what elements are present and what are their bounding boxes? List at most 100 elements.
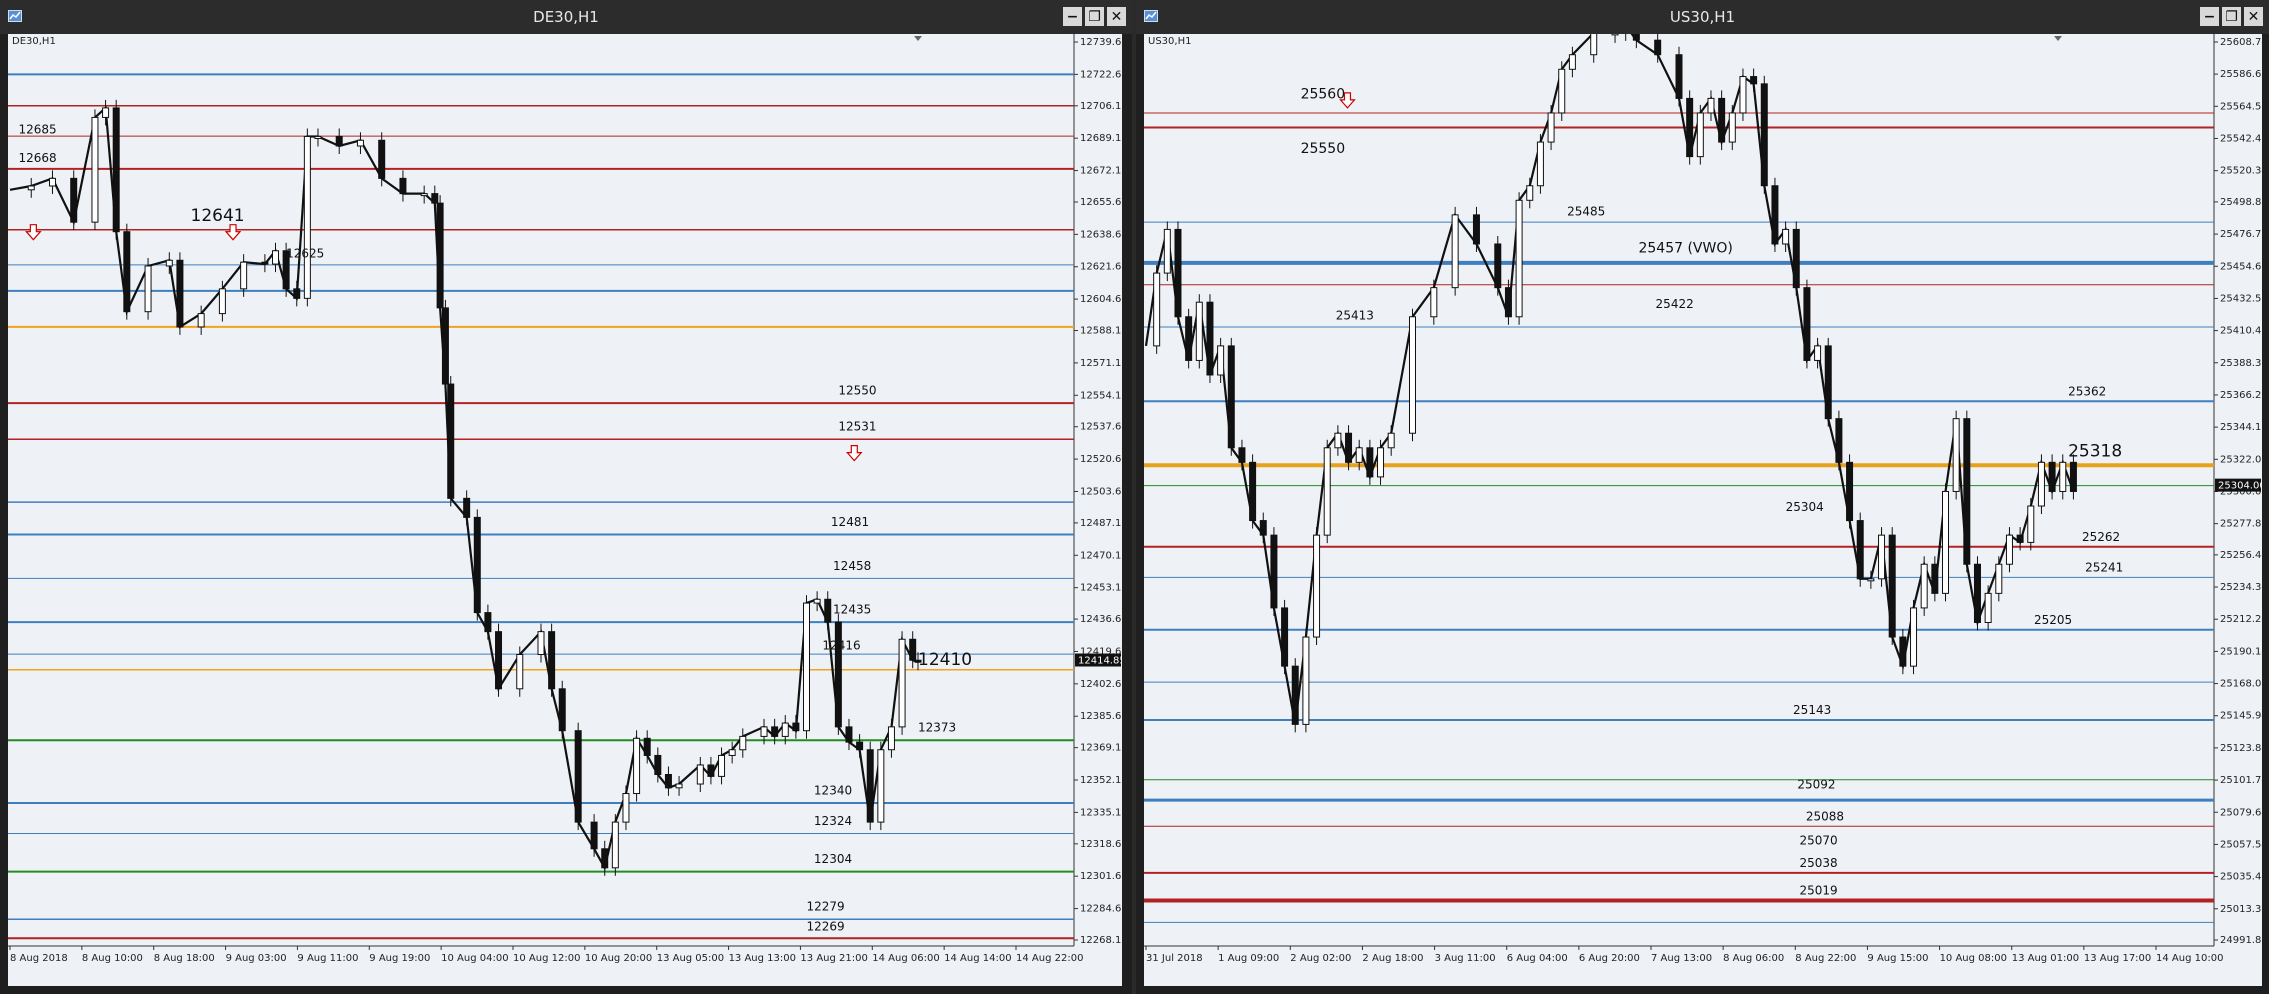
candle-body: [335, 135, 343, 147]
candle-body: [739, 735, 747, 751]
close-icon[interactable]: ✕: [2244, 7, 2263, 26]
candle-body: [601, 848, 609, 869]
candle-body: [1590, 34, 1598, 56]
candle-body: [356, 139, 364, 147]
time-tick-label: 3 Aug 11:00: [1435, 953, 1496, 964]
candle-body: [643, 737, 651, 756]
price-tick-label: 12385.60: [1080, 711, 1122, 722]
level-label: 12685: [18, 123, 56, 137]
price-tick-label: 25410.49: [2220, 326, 2262, 337]
restore-icon[interactable]: ❐: [2222, 7, 2241, 26]
minimize-icon[interactable]: −: [1063, 7, 1082, 26]
level-label: 25092: [1797, 777, 1835, 791]
candle-body: [1377, 447, 1385, 478]
price-chart[interactable]: 12739.60 12722.60 12706.10 12689.10 12672.10…: [8, 34, 1122, 986]
candle-body: [909, 638, 917, 661]
candle-body: [1835, 418, 1843, 463]
candle-body: [1814, 345, 1822, 361]
candle-body: [1750, 76, 1758, 85]
level-label: 12269: [807, 920, 845, 934]
price-tick-label: 12268.10: [1080, 935, 1122, 946]
candle-body: [718, 754, 726, 777]
candle-body: [1792, 228, 1800, 289]
level-label: 25318: [2068, 442, 2122, 462]
candle-body: [378, 139, 386, 179]
window-titlebar[interactable]: US30,H1 − ❐ ✕: [1136, 0, 2269, 34]
candle-body: [1472, 214, 1480, 245]
price-tick-label: 12638.60: [1080, 229, 1122, 240]
candle-body: [1355, 447, 1363, 463]
candle-body: [707, 764, 715, 777]
time-tick-label: 14 Aug 06:00: [872, 953, 939, 964]
price-tick-label: 25277.89: [2220, 519, 2262, 530]
candle-body: [261, 261, 269, 265]
candle-body: [803, 602, 810, 732]
candle-body: [1824, 345, 1832, 420]
candle-body: [303, 135, 311, 299]
price-tick-label: 25454.69: [2220, 261, 2262, 272]
time-tick-label: 7 Aug 13:00: [1651, 953, 1712, 964]
price-tick-label: 25322.09: [2220, 454, 2262, 465]
price-tick-label: 25498.89: [2220, 197, 2262, 208]
candle-body: [2048, 461, 2056, 492]
candle-body: [272, 250, 279, 265]
price-tick-label: 24991.89: [2220, 935, 2262, 946]
candle-body: [1504, 287, 1512, 318]
level-label: 12458: [833, 559, 871, 573]
time-tick-label: 13 Aug 21:00: [800, 953, 867, 964]
candle-body: [1718, 97, 1726, 143]
time-tick-label: 10 Aug 04:00: [441, 953, 508, 964]
level-label: 25560: [1301, 86, 1346, 102]
candle-body: [675, 783, 683, 789]
price-tick-label: 25079.64: [2220, 807, 2262, 818]
candle-body: [1696, 112, 1704, 158]
candle-body: [1302, 636, 1310, 725]
candle-body: [696, 764, 704, 785]
candle-body: [102, 107, 110, 118]
candle-body: [1217, 345, 1225, 376]
level-label: 25413: [1336, 309, 1374, 323]
candle-body: [112, 107, 120, 233]
price-tick-label: 25476.79: [2220, 229, 2262, 240]
candle-body: [898, 638, 906, 728]
candle-body: [436, 202, 444, 309]
price-tick-label: 25057.54: [2220, 839, 2262, 850]
candle-body: [1920, 563, 1928, 609]
price-tick-label: 12537.60: [1080, 422, 1122, 433]
time-tick-label: 9 Aug 03:00: [226, 953, 287, 964]
price-tick-label: 12621.60: [1080, 262, 1122, 273]
price-tick-label: 12301.60: [1080, 871, 1122, 882]
candle-body: [1760, 83, 1768, 187]
time-tick-label: 2 Aug 02:00: [1290, 953, 1351, 964]
level-label: 25422: [1656, 297, 1694, 311]
level-label: 12324: [814, 814, 852, 828]
level-label: 12435: [833, 603, 871, 617]
candle-body: [1654, 39, 1662, 56]
candle-body: [1163, 228, 1171, 274]
candle-body: [495, 631, 503, 690]
price-tick-label: 25123.84: [2220, 743, 2262, 754]
candle-body: [558, 688, 566, 732]
minimize-icon[interactable]: −: [2200, 7, 2219, 26]
candle-body: [516, 654, 524, 690]
level-label: 12641: [191, 206, 245, 226]
time-tick-label: 10 Aug 12:00: [513, 953, 580, 964]
price-tick-label: 12487.10: [1080, 518, 1122, 529]
window-titlebar[interactable]: DE30,H1 − ❐ ✕: [0, 0, 1132, 34]
candle-body: [1259, 520, 1267, 536]
close-icon[interactable]: ✕: [1107, 7, 1126, 26]
window-title: DE30,H1: [533, 8, 599, 26]
candle-body: [1291, 665, 1299, 725]
candle-body: [1782, 228, 1790, 245]
restore-icon[interactable]: ❐: [1085, 7, 1104, 26]
candle-body: [1238, 447, 1246, 463]
price-tick-label: 25432.59: [2220, 293, 2262, 304]
candle-body: [27, 185, 35, 191]
candle-body: [1281, 607, 1289, 667]
price-chart[interactable]: 25608.74 25586.69 25564.59 25542.49 25520.34…: [1144, 34, 2262, 986]
chart-canvas-de30: 12739.60 12722.60 12706.10 12689.10 12672.10…: [8, 34, 1122, 986]
candle-body: [574, 730, 582, 823]
price-tick-label: 25013.34: [2220, 904, 2262, 915]
candle-body: [1536, 141, 1544, 187]
price-tick-label: 12402.60: [1080, 679, 1122, 690]
